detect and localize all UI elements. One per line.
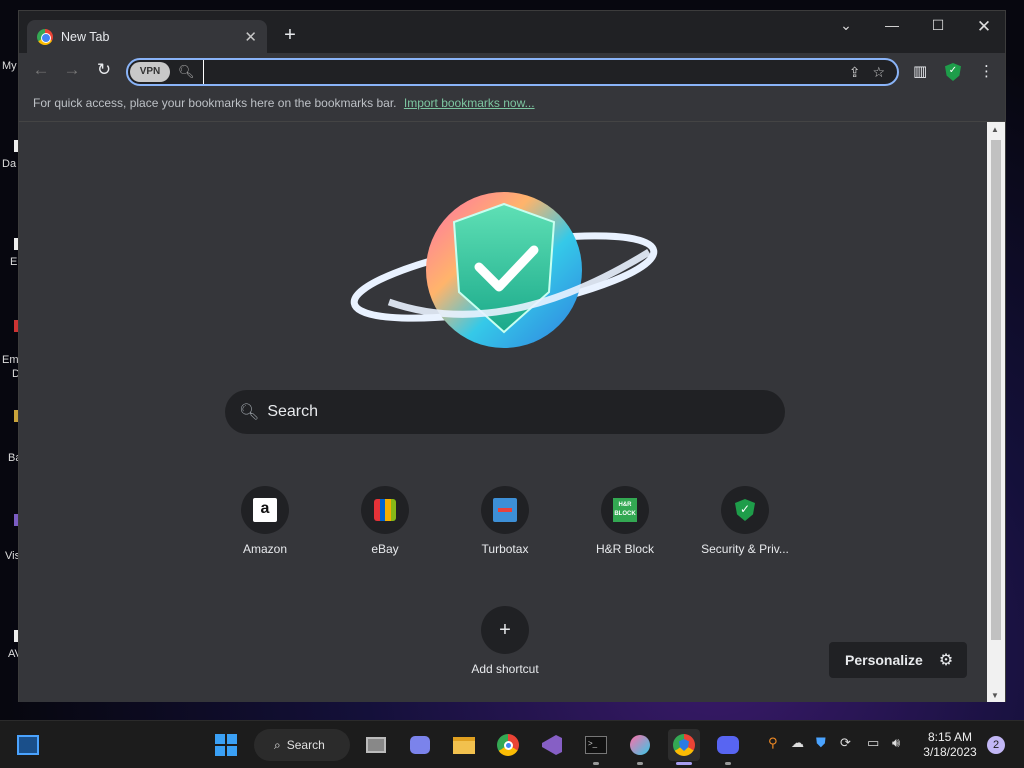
turbotax-icon [481, 486, 529, 534]
add-shortcut-button[interactable]: + Add shortcut [449, 606, 561, 676]
taskbar-search-label: Search [286, 738, 325, 752]
tab-search-chevron-icon[interactable]: ⌄ [823, 17, 869, 34]
running-indicator [593, 762, 599, 765]
start-windows-icon[interactable] [210, 729, 242, 761]
new-tab-button[interactable]: + [279, 24, 301, 47]
bookmarks-bar: For quick access, place your bookmarks h… [19, 91, 1005, 122]
search-tray-icon[interactable]: ⚲ [768, 735, 778, 751]
vertical-scrollbar[interactable]: ▲ ▼ [987, 122, 1005, 702]
browser-logo-icon [37, 28, 53, 45]
search-placeholder: Search [267, 403, 319, 420]
toolbar: ← → ↻ VPN 🔍︎ ⇪ ☆ ▥ ✓ ⋮ [19, 53, 1005, 91]
menu-kebab-icon[interactable]: ⋮ [979, 62, 994, 80]
scrollbar-thumb[interactable] [991, 140, 1001, 640]
widgets-icon[interactable] [12, 729, 44, 761]
shortcut-label: H&R Block [595, 542, 654, 556]
forward-arrow-icon[interactable]: → [60, 60, 84, 80]
shortcut-label: Turbotax [481, 542, 529, 556]
search-icon: 🔍︎ [178, 64, 195, 79]
active-indicator [676, 762, 692, 765]
desktop-icon-strip: My Da E Em D Ba Vis AV [0, 0, 22, 720]
desktop-label[interactable]: E [10, 256, 17, 268]
volume-icon[interactable]: 🔊︎ [892, 735, 900, 751]
add-shortcut-label: Add shortcut [471, 662, 539, 676]
security-extension-icon[interactable]: ✓ [945, 63, 961, 81]
close-window-button[interactable]: ✕ [961, 17, 1007, 37]
visual-studio-icon[interactable] [536, 729, 568, 761]
maximize-button[interactable]: ☐ [915, 17, 961, 34]
terminal-icon[interactable]: >_ [580, 729, 612, 765]
clock[interactable]: 8:15 AM 3/18/2023 [920, 730, 980, 760]
chrome-icon[interactable] [492, 729, 524, 761]
vpn-badge[interactable]: VPN [130, 62, 170, 82]
personalize-button[interactable]: Personalize ⚙︎ [829, 642, 967, 678]
side-panel-icon[interactable]: ▥ [913, 62, 927, 80]
clock-date: 3/18/2023 [923, 745, 977, 759]
shortcut-ebay[interactable]: eBay [329, 486, 441, 556]
defender-warning-icon[interactable]: ⛊ [816, 735, 826, 751]
amazon-icon: a [241, 486, 289, 534]
shortcut-hr-block[interactable]: H&R BLOCK H&R Block [569, 486, 681, 556]
address-bar[interactable]: VPN 🔍︎ ⇪ ☆ [126, 58, 899, 86]
shield-check-icon: ✓ [721, 486, 769, 534]
scroll-up-arrow-icon[interactable]: ▲ [991, 125, 999, 134]
address-input[interactable] [202, 60, 849, 84]
shortcut-label: Security & Priv... [701, 542, 789, 556]
clock-time: 8:15 AM [927, 730, 973, 744]
search-icon: ⌕ [274, 737, 281, 752]
shortcut-security-privacy[interactable]: ✓ Security & Priv... [689, 486, 801, 556]
bookmark-star-icon[interactable]: ☆ [872, 64, 885, 81]
display-icon[interactable]: ▭ [867, 735, 879, 751]
browser-window: New Tab ✕ + ⌄ — ☐ ✕ ← → ↻ VPN 🔍︎ ⇪ ☆ ▥ ✓… [18, 10, 1006, 702]
tab-title: New Tab [61, 29, 110, 44]
running-indicator [725, 762, 731, 765]
desktop-label[interactable]: Em [2, 354, 19, 366]
desktop-label[interactable]: My [2, 60, 17, 72]
close-tab-icon[interactable]: ✕ [244, 28, 257, 46]
shortcut-amazon[interactable]: a Amazon [209, 486, 321, 556]
plus-icon: + [481, 606, 529, 654]
shortcut-turbotax[interactable]: Turbotax [449, 486, 561, 556]
ebay-icon [361, 486, 409, 534]
shortcut-label: eBay [371, 542, 399, 556]
sliders-icon: ⚙︎ [938, 652, 954, 669]
browser-taskbar-icon[interactable] [668, 729, 700, 765]
desktop-label[interactable]: Da [2, 158, 16, 170]
reload-icon[interactable]: ↻ [92, 60, 116, 80]
security-app-icon[interactable] [624, 729, 656, 765]
task-view-icon[interactable] [360, 729, 392, 761]
tab-strip: New Tab ✕ + ⌄ — ☐ ✕ [19, 11, 1005, 53]
hrblock-icon: H&R BLOCK [601, 486, 649, 534]
scroll-down-arrow-icon[interactable]: ▼ [991, 691, 999, 700]
bookmarks-bar-message: For quick access, place your bookmarks h… [33, 96, 397, 110]
taskbar-search-button[interactable]: ⌕ Search [254, 729, 350, 761]
back-arrow-icon[interactable]: ← [29, 60, 53, 80]
share-icon[interactable]: ⇪ [849, 64, 861, 81]
onedrive-icon[interactable]: ☁ [791, 735, 804, 751]
security-planet-illustration [350, 192, 658, 348]
import-bookmarks-link[interactable]: Import bookmarks now... [404, 96, 535, 110]
sync-icon[interactable]: ⟳ [840, 735, 851, 751]
shortcut-label: Amazon [242, 542, 288, 556]
minimize-button[interactable]: — [869, 17, 915, 33]
search-icon: 🔍︎ [239, 404, 260, 421]
new-tab-page: 🔍︎ Search a Amazon eBay Turbotax H&R BLO… [19, 122, 989, 702]
personalize-label: Personalize [845, 652, 923, 668]
file-explorer-icon[interactable] [448, 729, 480, 761]
running-indicator [637, 762, 643, 765]
discord-icon[interactable] [712, 729, 744, 765]
notification-badge[interactable]: 2 [987, 736, 1005, 754]
taskbar: ⌕ Search >_ ⚲ ☁ ⛊ ⟳ ▭ 🔊︎ 8:15 AM 3/18/20… [0, 720, 1024, 768]
new-tab-search-box[interactable]: 🔍︎ Search [225, 390, 785, 434]
teams-chat-icon[interactable] [404, 729, 436, 761]
tab-new-tab[interactable]: New Tab ✕ [27, 20, 267, 53]
